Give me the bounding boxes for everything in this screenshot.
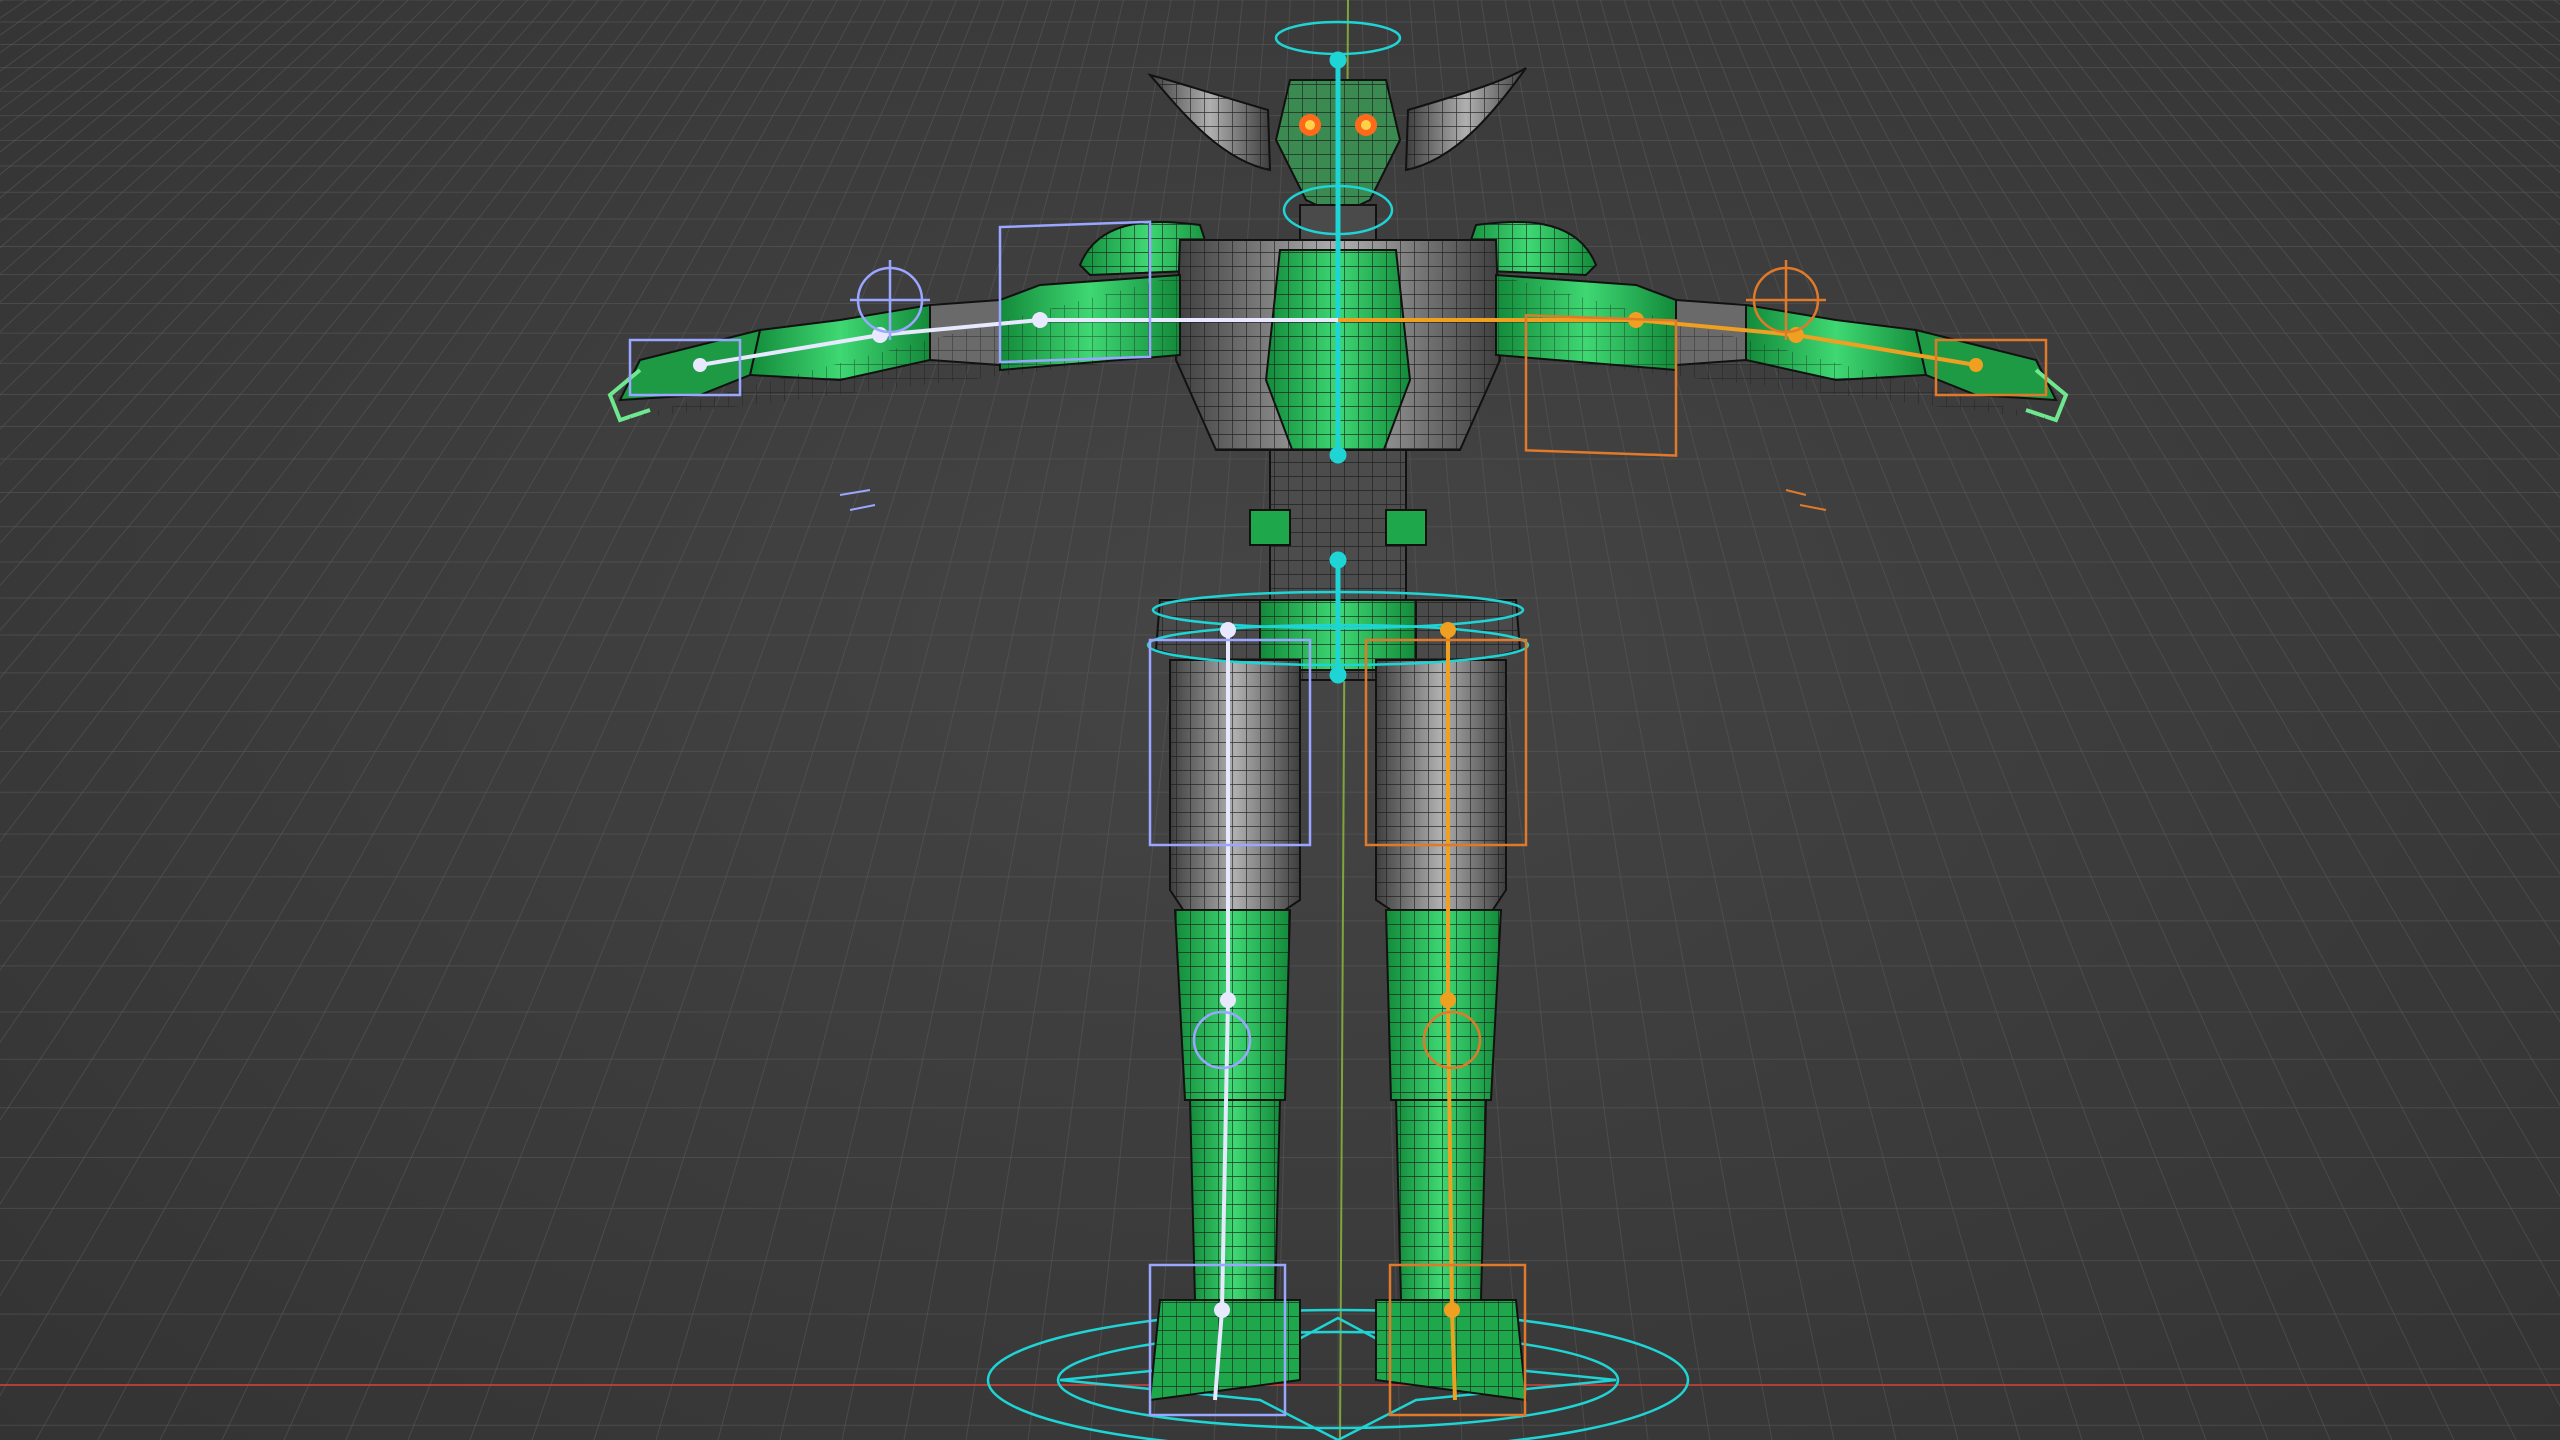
grid-line: [0, 0, 219, 176]
grid-line: [2338, 0, 2560, 199]
grid-line: [0, 0, 242, 199]
grid-line: [2195, 0, 2560, 382]
grid-line: [2124, 0, 2560, 499]
grid-line: [0, 0, 791, 1297]
grid-line: [0, 0, 505, 544]
grid-line: [0, 0, 409, 396]
grid-line: [0, 0, 4, 3]
grid-line: [0, 0, 433, 430]
grid-line: [0, 0, 171, 132]
grid-line: [2529, 0, 2560, 24]
grid-line: [1957, 0, 2560, 875]
grid-line: [0, 0, 290, 249]
grid-line: [1338, 0, 2560, 1440]
grid-line: [1338, 0, 2560, 1440]
grid-line: [1933, 0, 2560, 946]
grid-line: [0, 0, 52, 36]
grid-line: [2052, 0, 2560, 639]
grid-line: [1338, 0, 2560, 1440]
grid-line: [0, 0, 1338, 1440]
grid-line: [0, 0, 528, 587]
grid-line: [0, 0, 362, 333]
grid-line: [0, 0, 99, 72]
scene-canvas[interactable]: [0, 0, 2560, 1440]
grid-line: [159, 0, 886, 1440]
grid-line: [0, 0, 767, 1206]
grid-line: [1838, 0, 2560, 1298]
grid-line: [2434, 0, 2560, 104]
grid-line: [0, 0, 385, 364]
grid-line: [2505, 0, 2560, 42]
grid-line: [0, 0, 195, 153]
grid-line: [2553, 0, 2560, 5]
grid-line: [0, 0, 552, 632]
grid-line: [1338, 0, 2560, 1440]
right-arm: [1495, 273, 2069, 423]
grid-line: [2076, 0, 2560, 589]
grid-line: [0, 0, 266, 223]
grid-line: [2291, 0, 2560, 254]
grid-line: [2267, 0, 2560, 284]
grid-line: [0, 0, 123, 91]
grid-line: [0, 0, 76, 54]
grid-line: [0, 0, 576, 679]
grid-line: [1981, 0, 2560, 810]
grid-line: [1814, 0, 2560, 1408]
left-leg: [1148, 659, 1301, 1402]
grid-line: [0, 0, 1338, 1440]
grid-line: [0, 0, 719, 1044]
grid-line: [1338, 0, 2560, 1440]
left-arm: [607, 273, 1181, 423]
grid-line: [1338, 0, 2560, 1440]
grid-line: [0, 0, 481, 504]
grid-line: [97, 0, 862, 1440]
grid-line: [1885, 0, 2560, 1107]
grid-line: [2314, 0, 2560, 226]
grid-line: [2386, 0, 2560, 149]
grid-line: [0, 0, 671, 905]
grid-line: [2362, 0, 2560, 174]
grid-line: [0, 0, 1338, 1440]
3d-viewport[interactable]: [0, 0, 2560, 1440]
grid-line: [1338, 0, 2560, 1440]
grid-line: [2148, 0, 2560, 458]
grid-line: [1338, 0, 2560, 1440]
grid-line: [0, 0, 814, 1397]
grid-line: [2028, 0, 2560, 692]
grid-line: [2481, 0, 2560, 62]
grid-line: [0, 0, 1338, 1440]
grid-line: [0, 0, 743, 1121]
grid-line: [1338, 0, 2560, 1440]
grid-line: [2457, 0, 2560, 82]
grid-line: [0, 0, 338, 304]
grid-line: [2219, 0, 2560, 348]
grid-line: [0, 0, 147, 111]
grid-line: [2243, 0, 2560, 315]
grid-line: [1909, 0, 2560, 1023]
grid-line: [1862, 0, 2560, 1198]
grid-line: [0, 0, 457, 466]
grid-line: [0, 0, 28, 19]
grid-line: [2410, 0, 2560, 126]
grid-line: [2100, 0, 2560, 543]
grid-line: [0, 0, 314, 276]
grid-line: [2005, 0, 2560, 749]
grid-line: [2171, 0, 2560, 419]
grid-line: [1790, 0, 2517, 1440]
grid-line: [0, 0, 648, 843]
grid-line: [0, 0, 600, 730]
grid-line: [0, 0, 624, 785]
grid-line: [0, 0, 695, 972]
